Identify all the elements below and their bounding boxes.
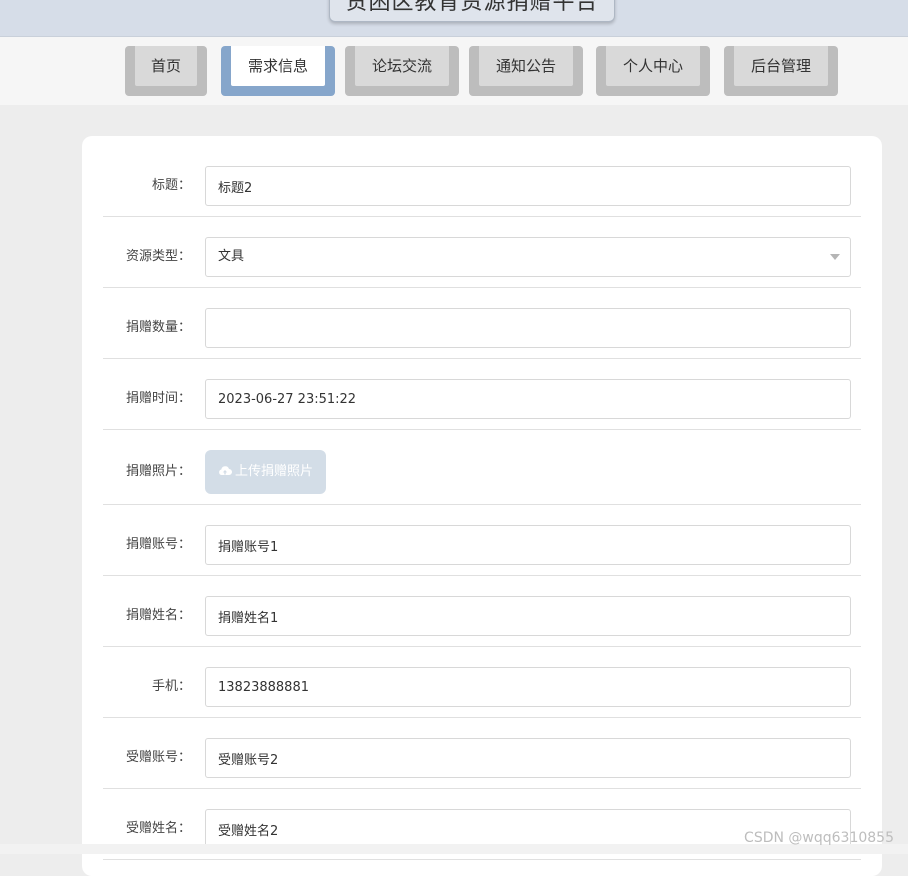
upload-photo-button[interactable]: 上传捐赠照片: [205, 450, 326, 494]
field-label: 捐赠时间：: [125, 391, 191, 406]
nav-item-notices[interactable]: 通知公告: [469, 46, 583, 96]
main-nav: 首页 需求信息 论坛交流 通知公告 个人中心 后台管理: [0, 37, 908, 105]
nav-item-label: 后台管理: [734, 46, 828, 86]
nav-item-forum[interactable]: 论坛交流: [345, 46, 459, 96]
form-row-resource-type: 资源类型： 文具: [103, 227, 861, 288]
form-row-phone: 手机：: [103, 657, 861, 718]
nav-item-home[interactable]: 首页: [125, 46, 207, 96]
field-label: 捐赠照片：: [125, 464, 191, 479]
form-row-donor-name: 捐赠姓名：: [103, 586, 861, 647]
donation-time-input[interactable]: [205, 379, 851, 419]
field-label: 受赠姓名：: [125, 821, 191, 836]
nav-item-personal-center[interactable]: 个人中心: [596, 46, 710, 96]
resource-type-select[interactable]: 文具: [205, 237, 851, 277]
top-header: 贵困区教育资源捐赠平台: [0, 0, 908, 37]
donor-account-input[interactable]: [205, 525, 851, 565]
field-label: 捐赠数量：: [125, 320, 191, 335]
form-row-recipient-account: 受赠账号：: [103, 728, 861, 789]
nav-item-label: 通知公告: [479, 46, 573, 86]
field-label: 资源类型：: [125, 249, 191, 264]
nav-item-demand-info[interactable]: 需求信息: [221, 46, 335, 96]
form-row-donation-quantity: 捐赠数量：: [103, 298, 861, 359]
select-value: 文具: [218, 249, 245, 264]
form-row-donor-account: 捐赠账号：: [103, 515, 861, 576]
field-label: 捐赠账号：: [125, 537, 191, 552]
form-row-title: 标题：: [103, 156, 861, 217]
donation-quantity-input[interactable]: [205, 308, 851, 348]
nav-item-label: 首页: [135, 46, 197, 86]
field-label: 手机：: [151, 679, 191, 694]
cloud-upload-icon: [219, 466, 232, 475]
field-label: 受赠账号：: [125, 750, 191, 765]
form-row-donation-time: 捐赠时间：: [103, 369, 861, 430]
donor-name-input[interactable]: [205, 596, 851, 636]
nav-item-label: 个人中心: [606, 46, 700, 86]
nav-item-label: 需求信息: [231, 46, 325, 86]
upload-button-label: 上传捐赠照片: [234, 464, 313, 479]
nav-item-label: 论坛交流: [355, 46, 449, 86]
donation-form-card: 标题： 资源类型： 文具 捐赠数量： 捐赠时间： 捐赠照片： 上传捐赠照片 捐赠…: [82, 136, 882, 876]
field-label: 捐赠姓名：: [125, 608, 191, 623]
title-input[interactable]: [205, 166, 851, 206]
chevron-down-icon: [830, 254, 840, 260]
recipient-account-input[interactable]: [205, 738, 851, 778]
nav-item-admin[interactable]: 后台管理: [724, 46, 838, 96]
phone-input[interactable]: [205, 667, 851, 707]
watermark: CSDN @wqq6310855: [744, 830, 894, 846]
site-title: 贵困区教育资源捐赠平台: [329, 0, 615, 22]
field-label: 标题：: [151, 178, 191, 193]
form-row-donation-photo: 捐赠照片： 上传捐赠照片: [103, 440, 861, 505]
